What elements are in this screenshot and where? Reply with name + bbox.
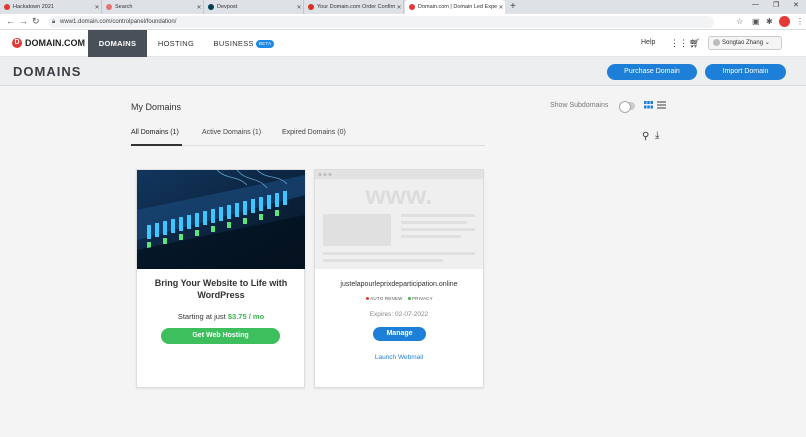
hackatown-favicon-icon <box>4 4 10 10</box>
browser-tab[interactable]: Search ✕ <box>102 0 204 14</box>
extension-icon[interactable]: ▣ <box>752 17 760 26</box>
url-field[interactable]: 🔒︎ www1.domain.com/controlpanel/foundati… <box>48 16 714 28</box>
privacy-label: PRIVACY <box>411 296 433 301</box>
tab-active-domains[interactable]: Active Domains (1) <box>202 129 261 146</box>
new-tab-icon[interactable]: + <box>510 1 516 12</box>
privacy-dot-icon <box>407 297 411 301</box>
minimize-icon[interactable]: — <box>752 1 759 8</box>
auto-renew-label: AUTO RENEW <box>370 296 403 301</box>
beta-badge: BETA <box>255 40 275 49</box>
tab-expired-domains[interactable]: Expired Domains (0) <box>282 129 346 146</box>
get-web-hosting-button[interactable]: Get Web Hosting <box>161 328 280 344</box>
website-placeholder-image: www. <box>315 170 483 269</box>
devpost-favicon-icon <box>208 4 214 10</box>
grid-view-icon[interactable] <box>644 101 653 109</box>
site-navbar: D DOMAIN.COM DOMAINS HOSTING BUSINESS BET… <box>0 30 806 57</box>
nav-domains[interactable]: DOMAINS <box>88 30 147 57</box>
promo-title: Bring Your Website to Life with WordPres… <box>154 278 288 300</box>
browser-tab[interactable]: Devpost ✕ <box>204 0 304 14</box>
page-title: DOMAINS <box>13 64 82 79</box>
close-icon[interactable]: ✕ <box>93 4 101 11</box>
show-subdomains-label: Show Subdomains <box>550 102 609 109</box>
close-icon[interactable]: ✕ <box>195 4 203 11</box>
promo-price: Starting at just $3.75 / mo <box>177 312 265 321</box>
tab-all-domains[interactable]: All Domains (1) <box>131 129 182 146</box>
search-icon[interactable]: ⚲ <box>642 131 649 142</box>
launch-webmail-link[interactable]: Launch Webmail <box>315 354 483 361</box>
gmail-favicon-icon <box>308 4 314 10</box>
price-value: $3.75 / mo <box>227 312 265 321</box>
list-view-icon[interactable] <box>657 101 666 109</box>
back-icon[interactable]: ← <box>6 16 15 26</box>
close-icon[interactable]: ✕ <box>295 4 303 11</box>
browser-tab-active[interactable]: Domain.com | Domain Led Expe ✕ <box>405 0 505 14</box>
domain-favicon-icon <box>409 4 415 10</box>
bookmark-star-icon[interactable]: ☆ <box>736 17 743 26</box>
purchase-domain-button[interactable]: Purchase Domain <box>607 64 697 80</box>
logo[interactable]: D DOMAIN.COM <box>12 38 85 48</box>
server-rack-image <box>137 170 305 269</box>
auto-renew-dot-icon <box>366 297 370 301</box>
close-icon[interactable]: ✕ <box>395 4 403 11</box>
menu-kebab-icon[interactable]: ⋮ <box>796 17 804 26</box>
browser-tab-strip: Hackatown 2021 ✕ Search ✕ Devpost ✕ Your… <box>0 0 806 14</box>
forward-icon[interactable]: → <box>19 16 28 26</box>
nav-business[interactable]: BUSINESS BETA <box>212 30 276 57</box>
nav-hosting[interactable]: HOSTING <box>152 30 200 57</box>
cart-icon[interactable]: 🛒︎ <box>689 38 700 49</box>
expiry-date: Expires: 02-07-2022 <box>369 311 429 318</box>
manage-button[interactable]: Manage <box>373 327 426 341</box>
close-icon[interactable]: ✕ <box>497 4 505 11</box>
page-header: DOMAINS Purchase Domain Import Domain <box>0 57 806 86</box>
domain-filter-tabs: All Domains (1) Active Domains (1) Expir… <box>131 129 485 146</box>
browser-tab[interactable]: Your Domain.com Order Confirm ✕ <box>304 0 404 14</box>
search-favicon-icon <box>106 4 112 10</box>
hosting-promo-card: Bring Your Website to Life with WordPres… <box>136 169 305 388</box>
import-domain-button[interactable]: Import Domain <box>705 64 786 80</box>
url-text: www1.domain.com/controlpanel/foundation/ <box>60 19 177 25</box>
browser-tab[interactable]: Hackatown 2021 ✕ <box>0 0 102 14</box>
maximize-icon[interactable]: ❐ <box>773 1 779 9</box>
show-subdomains-toggle[interactable] <box>619 101 635 113</box>
reload-icon[interactable]: ↻ <box>32 16 40 27</box>
avatar <box>713 38 720 46</box>
lock-icon: 🔒︎ <box>52 19 56 25</box>
window-close-icon[interactable]: ✕ <box>793 1 799 9</box>
chevron-down-icon: ⌄ <box>764 40 770 46</box>
domain-flags: AUTO RENEW PRIVACY <box>315 296 483 301</box>
help-link[interactable]: Help <box>641 39 655 46</box>
puzzle-icon[interactable]: ✱ <box>766 17 773 26</box>
user-menu[interactable]: Songtao Zhang ⌄ <box>708 36 782 50</box>
profile-avatar-icon[interactable] <box>779 16 790 27</box>
server-rack-illustration <box>137 170 305 269</box>
domain-name[interactable]: justelapourleprixdeparticipation.online <box>315 281 483 288</box>
www-placeholder-text: www. <box>365 180 433 210</box>
address-bar-row: ← → ↻ 🔒︎ www1.domain.com/controlpanel/fo… <box>0 14 806 30</box>
download-icon[interactable]: ⤓ <box>655 130 659 141</box>
section-title: My Domains <box>131 102 182 112</box>
domain-logo-icon: D <box>12 38 22 48</box>
domain-card: www. justelapourleprixdeparticipation.on… <box>314 169 484 388</box>
